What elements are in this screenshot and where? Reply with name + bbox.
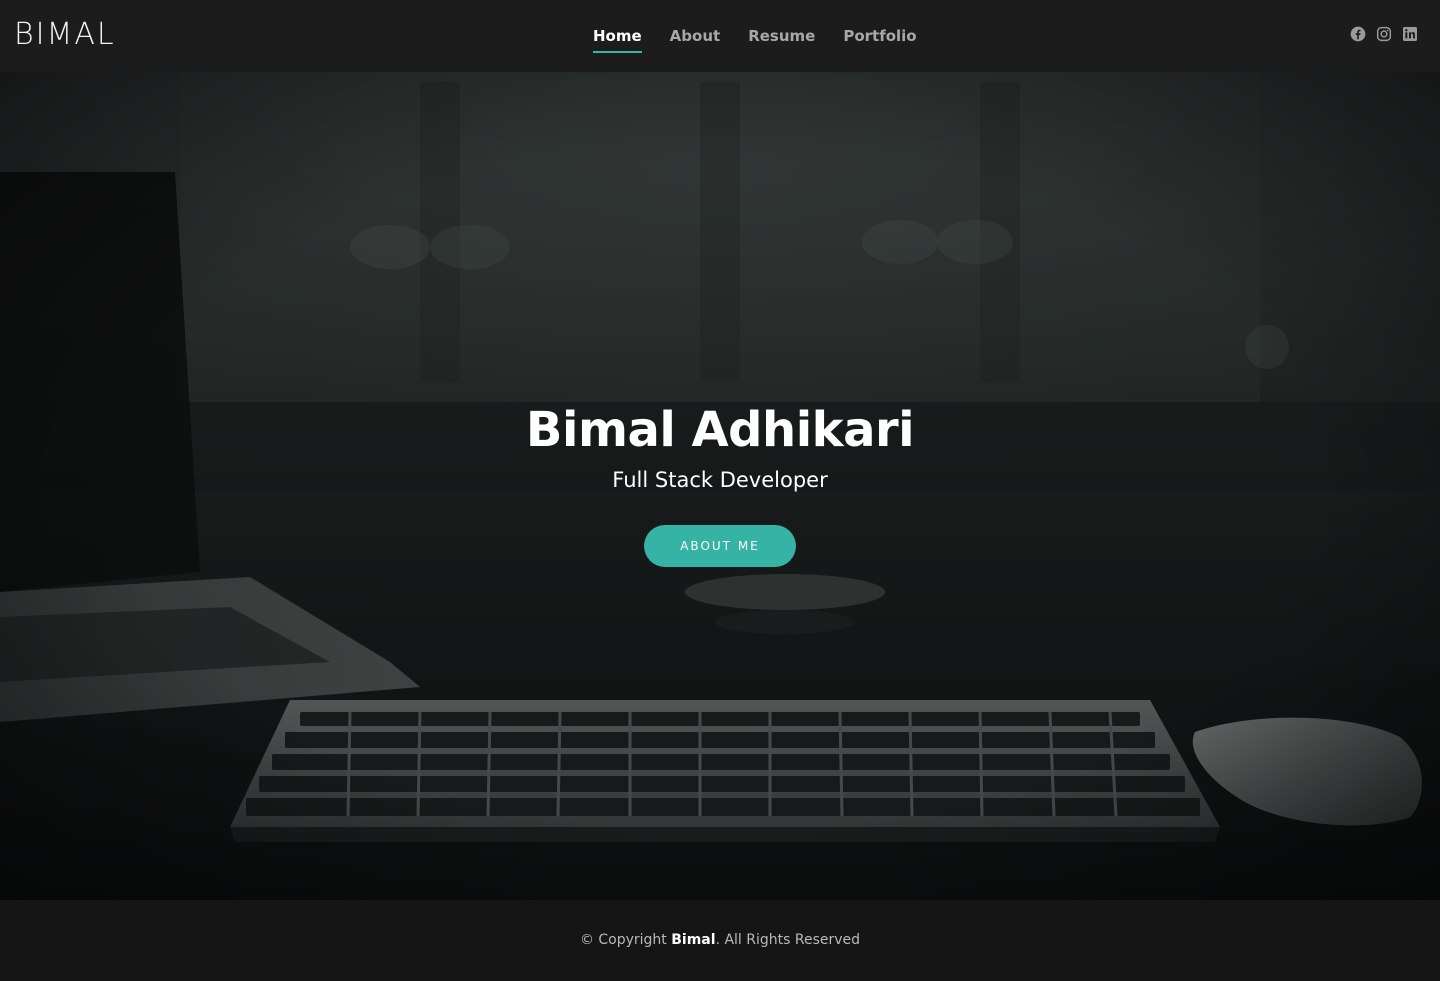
copyright-name: Bimal	[671, 932, 716, 948]
hero-subtitle: Full Stack Developer	[612, 468, 828, 492]
nav-item-resume[interactable]: Resume	[748, 0, 815, 72]
hero-section: Bimal Adhikari Full Stack Developer ABOU…	[0, 72, 1440, 900]
copyright-prefix: © Copyright	[579, 932, 672, 948]
about-me-button[interactable]: ABOUT ME	[644, 525, 796, 567]
linkedin-icon[interactable]	[1402, 26, 1418, 42]
site-header: BIMAL Home About Resume Portfolio	[0, 0, 1440, 72]
site-logo[interactable]: BIMAL	[14, 16, 116, 54]
nav-item-portfolio[interactable]: Portfolio	[843, 0, 916, 72]
nav-item-about[interactable]: About	[670, 0, 721, 72]
hero-title: Bimal Adhikari	[525, 402, 915, 458]
site-footer: © Copyright Bimal. All Rights Reserved	[0, 900, 1440, 981]
instagram-icon[interactable]	[1376, 26, 1392, 42]
nav-item-home[interactable]: Home	[593, 0, 642, 72]
main-nav: Home About Resume Portfolio	[593, 0, 945, 72]
copyright-suffix: . All Rights Reserved	[715, 932, 861, 948]
social-links	[1350, 26, 1418, 42]
facebook-icon[interactable]	[1350, 26, 1366, 42]
